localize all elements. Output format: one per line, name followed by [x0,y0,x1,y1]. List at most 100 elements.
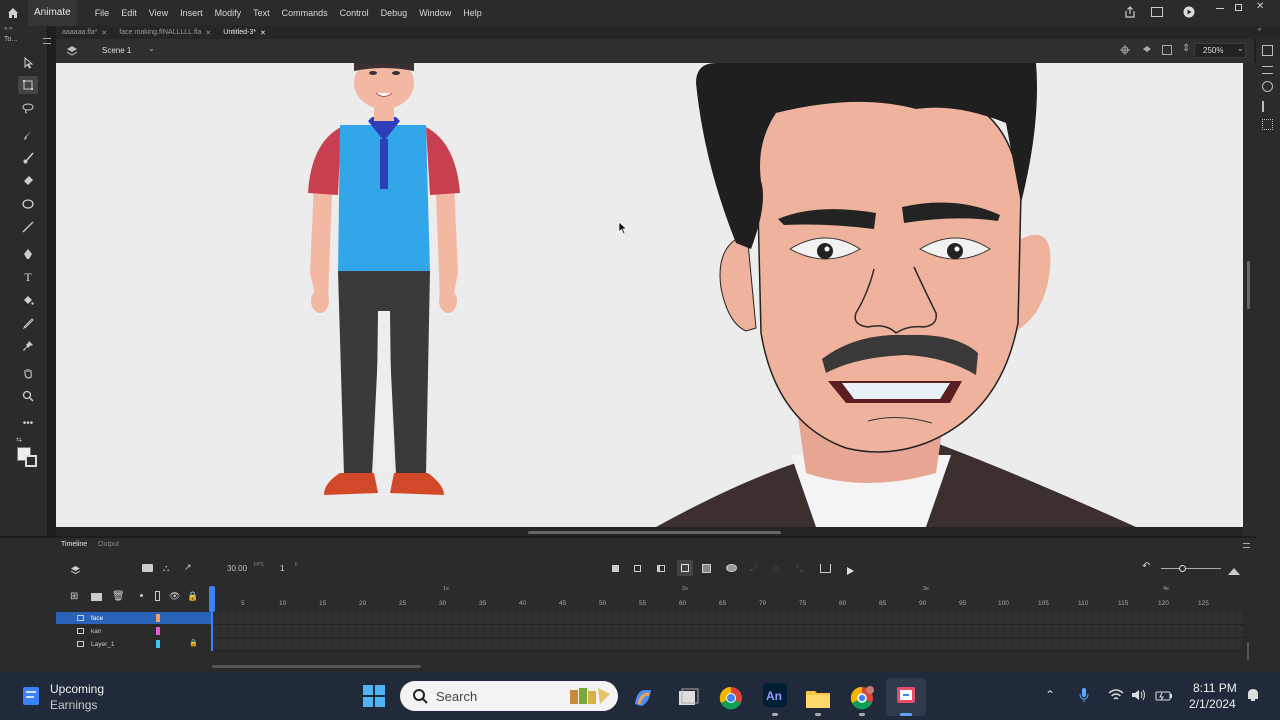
active-app-highlight[interactable] [886,678,926,716]
menu-insert[interactable]: Insert [174,8,209,18]
brush-tool-icon[interactable] [18,149,38,167]
transform-icon[interactable] [1262,101,1273,112]
chevron-down-icon[interactable]: ⌄ [148,44,155,53]
zoom-slider-thumb[interactable] [1179,565,1186,572]
home-icon[interactable] [6,6,20,20]
edit-symbols-icon[interactable] [1142,45,1152,55]
zoom-tool-icon[interactable] [18,387,38,405]
hide-layer-icon[interactable]: 👁 [169,591,180,602]
copilot-icon[interactable] [628,683,658,713]
collapse-icon[interactable]: « [1258,27,1261,33]
layer-name[interactable]: kan [91,628,101,635]
camera-icon[interactable] [142,564,153,572]
tab-timeline[interactable]: Timeline [61,541,87,548]
start-icon[interactable] [362,684,386,708]
stage-canvas[interactable] [56,63,1243,527]
loop-icon[interactable]: ↶ [1142,561,1150,572]
menu-window[interactable]: Window [413,8,457,18]
oval-tool-icon[interactable] [18,195,38,213]
close-tab-icon[interactable]: ✕ [205,29,211,37]
hand-tool-icon[interactable] [18,364,38,382]
menu-help[interactable]: Help [457,8,488,18]
layer-parenting-icon[interactable]: ⛬ [163,563,169,574]
eraser-tool-icon[interactable] [18,172,38,190]
pen-tool-icon[interactable] [18,245,38,263]
maximize-icon[interactable] [1235,4,1242,11]
highlight-layer-icon[interactable] [140,594,143,597]
frame-value[interactable]: 1 [280,564,284,573]
fps-value[interactable]: 30.00 [227,564,247,573]
lasso-tool-icon[interactable] [18,99,38,117]
notification-icon[interactable] [1245,687,1261,703]
vertical-scrollbar[interactable] [1247,261,1250,309]
layer-row-kan[interactable]: kan [56,625,212,637]
tab-face-making[interactable]: face making.fINALLLLL.fla ✕ [113,29,217,37]
scene-label[interactable]: Scene 1 [102,46,131,55]
components-icon[interactable] [1262,119,1273,130]
add-folder-icon[interactable] [91,593,102,601]
file-explorer-icon[interactable] [803,683,833,713]
zoom-mountain-icon[interactable] [1228,563,1240,575]
battery-icon[interactable] [1155,689,1173,701]
onion-skin-icon[interactable] [677,560,693,576]
text-tool-icon[interactable]: T [18,268,38,286]
menu-file[interactable]: File [89,8,116,18]
selection-tool-icon[interactable] [18,54,38,72]
tab-aaaaaa[interactable]: aaaaaa.fla* ✕ [56,29,113,37]
edit-multiple-frames-icon[interactable] [702,564,711,573]
layer-name[interactable]: face [91,615,103,622]
menu-view[interactable]: View [143,8,174,18]
taskbar-search-box[interactable]: Search [400,681,618,711]
layer-color-swatch[interactable] [156,640,160,648]
tab-untitled-3[interactable]: Untitled-3* ✕ [217,29,272,37]
timeline-vertical-scrollbar[interactable] [1247,642,1249,660]
widget-title[interactable]: Upcoming [50,682,104,696]
close-tab-icon[interactable]: ✕ [260,29,266,37]
menu-edit[interactable]: Edit [115,8,143,18]
horizontal-scrollbar[interactable] [528,531,781,534]
snap-icon[interactable] [1120,45,1130,55]
swap-colors-icon[interactable]: ⇆ [16,436,22,444]
more-tools-icon[interactable]: ••• [18,414,38,432]
delete-layer-icon[interactable]: 🗑 [112,591,125,602]
clock-date[interactable]: 2/1/2024 [1189,697,1236,711]
layer-color-swatch[interactable] [156,627,160,635]
timeline-ruler[interactable]: 1s 2s 3s 4s 5 10 15 20 25 30 35 40 45 50… [209,586,1248,612]
play-icon[interactable] [845,563,855,575]
add-layer-icon[interactable]: ⊞ [70,591,78,602]
minimize-icon[interactable] [1216,8,1224,9]
collapse-icon[interactable]: « » [4,26,12,32]
pin-tool-icon[interactable] [18,337,38,355]
tween-icon[interactable] [726,564,737,572]
chrome-profile-icon[interactable] [847,683,877,713]
menu-modify[interactable]: Modify [209,8,248,18]
paint-brush-tool-icon[interactable] [18,126,38,144]
lock-icon[interactable]: 🔒 [189,639,198,647]
outline-layer-icon[interactable] [155,591,160,601]
graph-icon[interactable]: ↗ [184,562,192,573]
layer-name[interactable]: Layer_1 [91,641,115,648]
panel-menu-icon[interactable] [43,38,51,44]
menu-debug[interactable]: Debug [375,8,414,18]
clock-time[interactable]: 8:11 PM [1193,681,1237,695]
chevron-up-icon[interactable]: ⌃ [1045,688,1055,702]
menu-text[interactable]: Text [247,8,276,18]
chrome-icon[interactable] [716,683,746,713]
timeline-horizontal-scrollbar[interactable] [212,665,421,668]
export-icon[interactable] [820,564,831,573]
earnings-widget-icon[interactable] [20,684,42,708]
center-stage-icon[interactable]: ⇕ [1182,43,1190,54]
free-transform-tool-icon[interactable] [18,76,38,94]
animate-app-icon[interactable]: An [760,680,790,710]
menu-control[interactable]: Control [334,8,375,18]
layer-row-face[interactable]: face [56,612,212,624]
close-icon[interactable]: ✕ [1256,1,1264,12]
layer-color-swatch[interactable] [156,614,160,622]
close-tab-icon[interactable]: ✕ [101,29,107,37]
volume-icon[interactable] [1131,688,1147,702]
properties-icon[interactable] [1262,45,1273,56]
layers-icon[interactable] [70,563,81,575]
zoom-slider-track[interactable] [1161,565,1221,572]
panel-menu-icon[interactable] [1243,543,1250,548]
insert-keyframe-icon[interactable] [612,565,619,572]
